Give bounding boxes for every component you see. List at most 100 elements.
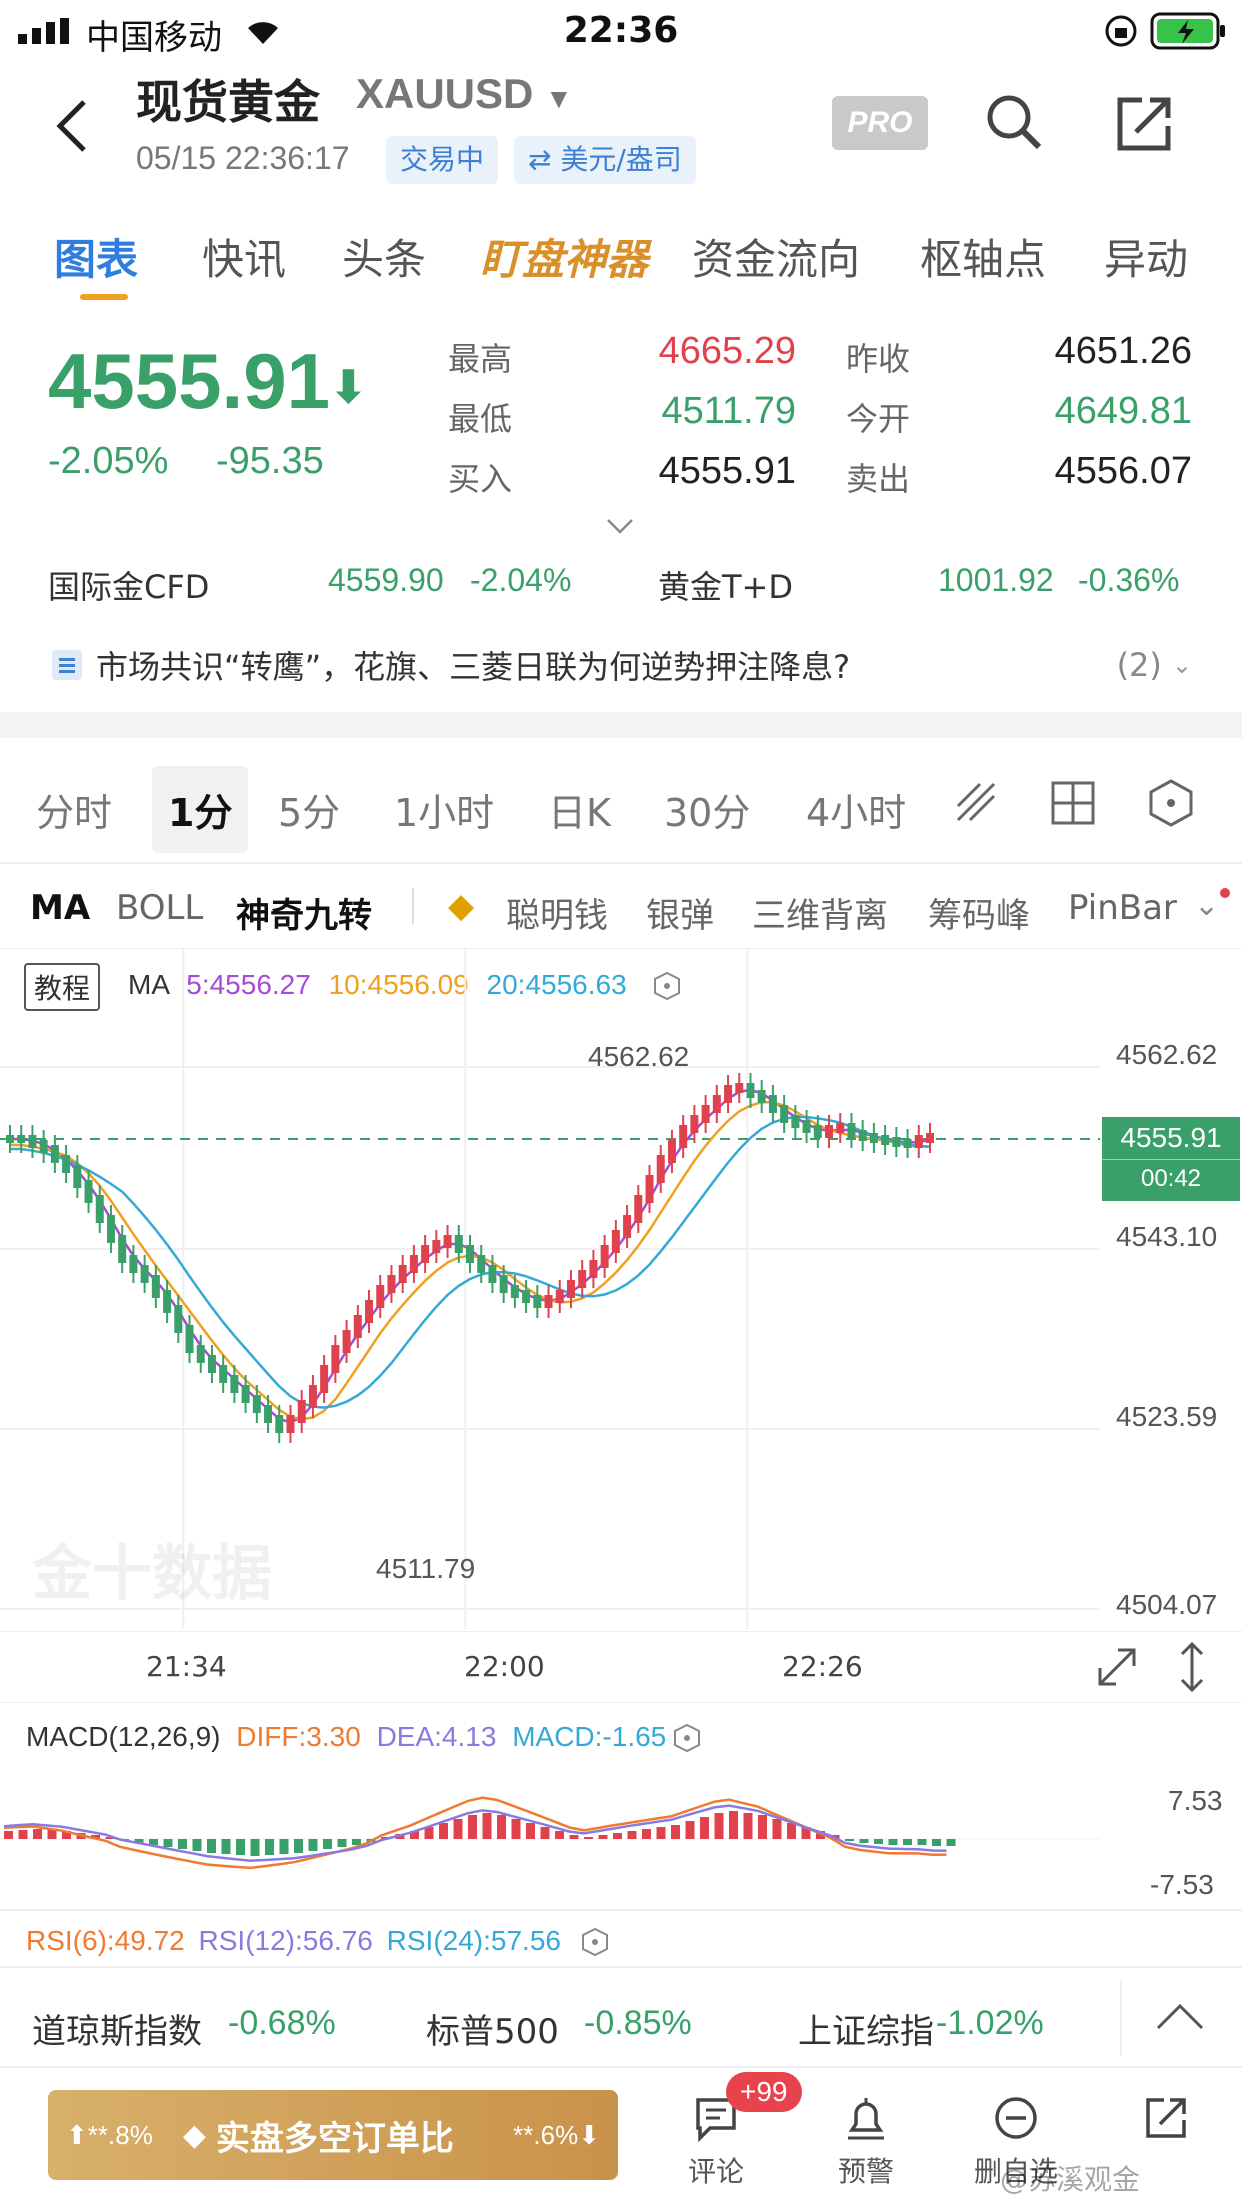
candle-body bbox=[667, 1140, 676, 1163]
candle-body bbox=[645, 1175, 654, 1203]
index-name[interactable]: 上证综指 bbox=[798, 2004, 934, 2053]
macd-bar bbox=[540, 1827, 550, 1839]
macd-bar bbox=[613, 1833, 622, 1839]
candle-body bbox=[286, 1415, 295, 1433]
indicator-smart-money[interactable]: 聪明钱 bbox=[506, 888, 608, 937]
period-30min[interactable]: 30分 bbox=[664, 782, 750, 837]
candle-body bbox=[892, 1137, 901, 1147]
index-pct: -0.85% bbox=[584, 2004, 692, 2042]
macd-bar bbox=[859, 1839, 869, 1843]
cfd-label[interactable]: 国际金CFD bbox=[48, 562, 209, 608]
current-price-tag: 4555.91 00:42 bbox=[1102, 1117, 1240, 1201]
order-ratio-button[interactable]: ⬆**.8% ◆ 实盘多空订单比 **.6%⬇ bbox=[48, 2090, 618, 2180]
tab-pivot-points[interactable]: 枢轴点 bbox=[920, 226, 1046, 287]
draw-tool-icon[interactable] bbox=[950, 776, 1002, 828]
indicator-nine-turn[interactable]: 神奇九转 bbox=[236, 888, 372, 937]
kline-chart[interactable]: 教程 MA 5:4556.27 10:4556.09 20:4556.63 45… bbox=[0, 948, 1242, 1968]
fullscreen-icon[interactable] bbox=[1094, 1644, 1140, 1690]
tab-headlines[interactable]: 头条 bbox=[342, 226, 426, 287]
tab-chart[interactable]: 图表 bbox=[54, 226, 138, 287]
news-ticker[interactable]: 市场共识“转鹰”，花旗、三菱日联为何逆势押注降息? (2) ⌄ bbox=[52, 642, 1192, 688]
change-amount: -95.35 bbox=[216, 440, 324, 482]
chevron-down-icon: ⌄ bbox=[1171, 651, 1192, 679]
candle-body bbox=[140, 1265, 149, 1283]
macd-bar bbox=[497, 1815, 506, 1839]
period-daily[interactable]: 日K bbox=[548, 782, 611, 837]
period-1hour[interactable]: 1小时 bbox=[394, 782, 494, 837]
indicator-3d-divergence[interactable]: 三维背离 bbox=[752, 888, 888, 937]
macd-plot bbox=[0, 1796, 1100, 1870]
indicator-silver-bullet[interactable]: 银弹 bbox=[646, 888, 714, 937]
divider bbox=[0, 1966, 1242, 1968]
period-1min[interactable]: 1分 bbox=[152, 766, 249, 853]
bid-value: 4555.91 bbox=[658, 450, 796, 492]
macd-bar bbox=[482, 1813, 492, 1839]
minus-circle-icon bbox=[995, 2097, 1037, 2139]
candle-body bbox=[466, 1245, 474, 1263]
candle-body bbox=[443, 1235, 452, 1248]
macd-bar bbox=[700, 1817, 709, 1839]
candle-body bbox=[174, 1305, 183, 1333]
candle-body bbox=[365, 1300, 374, 1323]
tab-fund-flow[interactable]: 资金流向 bbox=[692, 226, 860, 287]
chevron-up-icon[interactable] bbox=[1154, 2000, 1206, 2034]
indicator-pinbar[interactable]: PinBar bbox=[1068, 888, 1177, 928]
expand-chevron-icon[interactable] bbox=[604, 516, 636, 536]
long-ratio: ⬆**.8% bbox=[66, 2119, 153, 2150]
index-name[interactable]: 道琼斯指数 bbox=[32, 2004, 202, 2053]
alert-button[interactable]: 预警 bbox=[806, 2090, 926, 2190]
chevron-down-icon[interactable]: ⌄ bbox=[1194, 888, 1219, 923]
candle-body bbox=[780, 1105, 789, 1123]
candle-body bbox=[95, 1195, 104, 1223]
macd-bar bbox=[337, 1839, 347, 1847]
grid-layout-icon[interactable] bbox=[1050, 780, 1096, 826]
pro-badge[interactable]: PRO bbox=[832, 96, 928, 150]
share-icon[interactable] bbox=[1114, 94, 1174, 154]
tab-movements[interactable]: 异动 bbox=[1104, 226, 1188, 287]
settings-hex-icon[interactable] bbox=[580, 1927, 610, 1957]
watermark: 金十数据 bbox=[32, 1539, 272, 1609]
index-name[interactable]: 标普500 bbox=[426, 2004, 559, 2053]
candle-body bbox=[499, 1275, 508, 1293]
tab-monitor-tool[interactable]: 盯盘神器 bbox=[480, 226, 648, 287]
indicator-ma[interactable]: MA bbox=[30, 888, 90, 928]
indicator-boll[interactable]: BOLL bbox=[116, 888, 203, 928]
td-label[interactable]: 黄金T+D bbox=[658, 562, 793, 608]
macd-bar bbox=[236, 1839, 245, 1855]
settings-hex-icon[interactable] bbox=[1146, 778, 1196, 828]
divider bbox=[0, 2066, 1242, 2068]
quote-datetime: 05/15 22:36:17 bbox=[136, 140, 350, 176]
candle-body bbox=[690, 1115, 699, 1133]
candle-body bbox=[802, 1120, 811, 1133]
td-price: 1001.92 bbox=[938, 562, 1054, 598]
last-price: 4555.91⬇ bbox=[48, 336, 367, 427]
macd-bar bbox=[903, 1839, 912, 1845]
active-tab-indicator bbox=[80, 294, 128, 300]
unit-toggle[interactable]: ⇄ 美元/盎司 bbox=[514, 136, 696, 184]
order-ratio-label: 实盘多空订单比 bbox=[215, 2118, 454, 2159]
period-timeshare[interactable]: 分时 bbox=[36, 782, 112, 837]
candle-body bbox=[825, 1125, 834, 1138]
divider bbox=[1120, 1980, 1122, 2056]
candle-body bbox=[746, 1083, 755, 1098]
macd-bar bbox=[584, 1837, 593, 1839]
tab-flash-news[interactable]: 快讯 bbox=[202, 226, 286, 287]
macd-bar bbox=[946, 1839, 956, 1846]
period-5min[interactable]: 5分 bbox=[278, 782, 340, 837]
back-icon[interactable] bbox=[54, 98, 90, 154]
change-percent: -2.05% bbox=[48, 440, 169, 482]
indicator-chip-peak[interactable]: 筹码峰 bbox=[928, 888, 1030, 937]
candle-body bbox=[230, 1375, 239, 1393]
macd-bar bbox=[845, 1839, 854, 1841]
symbol-dropdown[interactable]: XAUUSD ▼ bbox=[356, 70, 573, 118]
vertical-resize-icon[interactable] bbox=[1174, 1640, 1210, 1694]
share-button[interactable] bbox=[1106, 2090, 1226, 2142]
price-axis-label: 4543.10 bbox=[1116, 1221, 1218, 1252]
settings-hex-icon[interactable] bbox=[672, 1723, 702, 1753]
weibo-watermark: @苏溪观金 bbox=[1000, 2163, 1141, 2196]
period-4hour[interactable]: 4小时 bbox=[806, 782, 906, 837]
section-divider bbox=[0, 712, 1242, 738]
time-label: 22:26 bbox=[782, 1650, 863, 1683]
macd-bar bbox=[787, 1823, 796, 1839]
search-icon[interactable] bbox=[984, 92, 1044, 152]
